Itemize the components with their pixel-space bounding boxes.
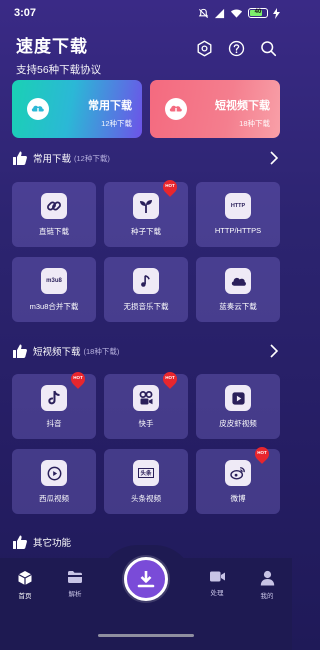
tile-label: m3u8合并下载 [29,302,79,311]
tile-toutiao[interactable]: 头条 头条视频 [104,449,188,514]
tile-m3u8[interactable]: m3u8 m3u8合并下载 [12,257,96,322]
tile-label: 微博 [230,494,246,503]
hot-badge: HOT [160,177,180,197]
section-count: (12种下载) [74,153,110,163]
nav-parse[interactable]: 解析 [50,558,100,598]
m3u8-icon: m3u8 [41,268,67,294]
cloud-download-icon [27,98,49,120]
cube-icon [18,571,32,585]
gesture-bar-area [0,608,292,650]
nav-label: 我的 [260,593,274,600]
app-subtitle: 支持56种下载协议 [16,64,102,76]
mute-bell-icon [198,8,209,18]
tile-label: 西瓜视频 [39,494,69,503]
short-video-download-card[interactable]: 短视频下载 18种下载 [150,80,280,138]
tile-label: 抖音 [46,419,62,428]
tile-lossless-music[interactable]: 无损音乐下载 [104,257,188,322]
section-title: 短视频下载 [33,347,81,358]
play-square-icon [231,391,245,405]
hot-badge: HOT [252,444,272,464]
tile-pipixia[interactable]: 皮皮虾视频 [196,374,280,439]
chevron-right-icon[interactable] [270,344,278,358]
short-video-grid: 抖音 HOT 快手 HOT 皮皮虾视频 西瓜视频 头条 头条视频 微博 HOT [12,369,282,514]
folder-icon [68,571,82,583]
tile-weibo[interactable]: 微博 HOT [196,444,280,514]
thumbs-up-icon [13,344,27,358]
person-icon [260,570,274,586]
tile-label: 皮皮虾视频 [219,419,257,428]
tile-kuaishou[interactable]: 快手 HOT [104,369,188,439]
tile-label: 头条视频 [131,494,161,503]
charging-bolt-icon [273,7,280,19]
tile-label: 直链下载 [39,227,69,236]
card-count: 18种下载 [239,119,270,128]
douyin-icon [48,390,60,405]
battery-icon: 40 [248,8,268,18]
status-time: 3:07 [14,7,37,19]
gear-icon [197,40,211,56]
tile-douyin[interactable]: 抖音 HOT [12,369,96,439]
section-title: 其它功能 [33,538,72,549]
kuaishou-icon [139,391,153,405]
home-indicator[interactable] [98,634,194,637]
tile-label: 种子下载 [131,227,161,236]
cloud-icon [231,277,246,286]
section-short-video-header[interactable]: 短视频下载 (18种下载) [12,342,280,360]
top-cards: 常用下载 12种下载 短视频下载 18种下载 [12,80,280,138]
card-title: 常用下载 [88,100,132,112]
tile-label: 无损音乐下载 [123,302,169,311]
section-common-header[interactable]: 常用下载 (12种下载) [12,149,280,167]
chevron-right-icon[interactable] [270,151,278,165]
nav-label: 首页 [18,593,32,600]
tile-label: 蓝奏云下载 [219,302,257,311]
cloud-download-icon [165,98,187,120]
wifi-icon [230,9,243,18]
card-title: 短视频下载 [215,100,270,112]
help-button[interactable] [226,38,246,58]
hot-badge: HOT [68,369,88,389]
music-note-icon [141,274,150,287]
question-icon [228,40,244,56]
nav-home[interactable]: 首页 [0,558,50,600]
search-icon [260,40,276,56]
video-camera-icon [209,571,225,582]
weibo-icon [230,467,245,480]
tile-xigua[interactable]: 西瓜视频 [12,449,96,514]
nav-process[interactable]: 处理 [192,558,242,597]
link-icon [47,201,61,211]
nav-label: 解析 [68,591,82,598]
thumbs-up-icon [13,151,27,165]
thumbs-up-icon [13,535,27,549]
card-count: 12种下载 [101,119,132,128]
play-circle-icon [47,466,61,480]
section-count: (18种下载) [83,346,120,356]
app-header: 速度下载 支持56种下载协议 [16,32,280,76]
toutiao-icon: 头条 [138,468,154,478]
download-fab-button[interactable] [124,557,168,601]
tile-http[interactable]: HTTP HTTP/HTTPS [196,182,280,247]
tile-lanzou-cloud[interactable]: 蓝奏云下载 [196,257,280,322]
signal-x-icon [214,8,225,18]
nav-mine[interactable]: 我的 [242,558,292,600]
tile-direct-link[interactable]: 直链下载 [12,182,96,247]
common-download-card[interactable]: 常用下载 12种下载 [12,80,142,138]
settings-button[interactable] [194,38,214,58]
tile-label: HTTP/HTTPS [214,226,262,235]
section-title: 常用下载 [33,154,72,165]
status-bar: 3:07 40 [0,0,292,26]
nav-label: 处理 [210,590,224,597]
search-button[interactable] [258,38,278,58]
sprout-icon [140,200,152,213]
common-download-grid: 直链下载 种子下载 HOT HTTP HTTP/HTTPS m3u8 m3u8合… [12,177,282,322]
tile-torrent[interactable]: 种子下载 HOT [104,177,188,247]
download-icon [137,571,155,588]
hot-badge: HOT [160,369,180,389]
http-icon: HTTP [225,193,251,219]
tile-label: 快手 [138,419,154,428]
